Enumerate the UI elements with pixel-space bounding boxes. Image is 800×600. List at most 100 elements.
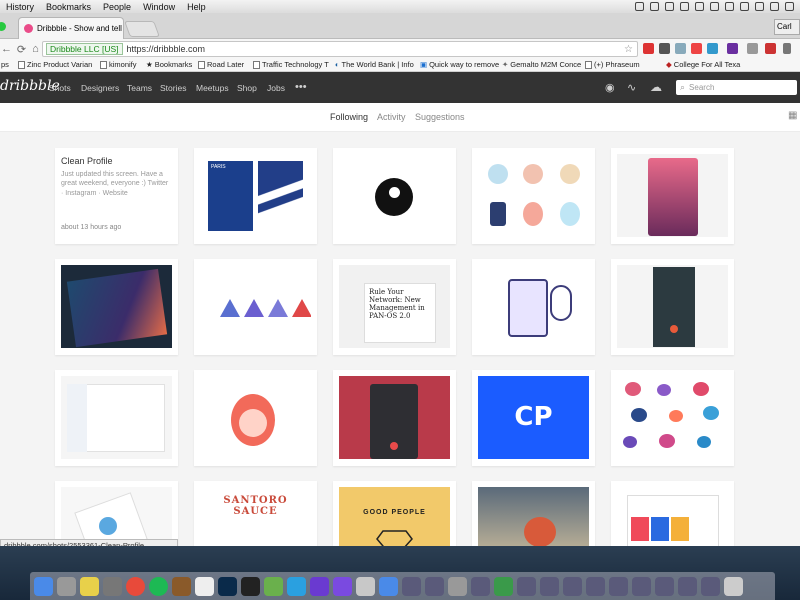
window-thumbnail-icon[interactable] — [448, 576, 467, 596]
bookmark-item[interactable]: ▣ Quick way to remove — [420, 60, 499, 69]
app-icon[interactable] — [494, 576, 513, 596]
menu-window[interactable]: Window — [137, 2, 181, 12]
shot-card[interactable]: PARIS — [194, 148, 317, 244]
window-thumbnail-icon[interactable] — [425, 576, 444, 596]
window-thumbnail-icon[interactable] — [632, 576, 651, 596]
menubar-status-icon[interactable] — [785, 2, 794, 11]
bookmark-item[interactable]: Traffic Technology T — [253, 60, 329, 69]
menubar-status-icon[interactable] — [695, 2, 704, 11]
menubar-status-icon[interactable] — [650, 2, 659, 11]
system-preferences-icon[interactable] — [103, 576, 122, 596]
shot-card[interactable] — [472, 148, 595, 244]
menu-icon[interactable] — [783, 43, 791, 54]
menubar-status-icon[interactable] — [740, 2, 749, 11]
shot-card[interactable] — [611, 481, 734, 546]
extension-icon[interactable] — [707, 43, 718, 54]
shot-card[interactable] — [472, 259, 595, 355]
extension-icon[interactable] — [765, 43, 776, 54]
shot-card[interactable]: SANTORO SAUCE — [194, 481, 317, 546]
grid-view-icon[interactable]: ▦ — [788, 110, 797, 121]
bookmark-item[interactable]: ✦ Gemalto M2M Conce — [502, 60, 581, 69]
extension-icon[interactable] — [691, 43, 702, 54]
menubar-status-icon[interactable] — [770, 2, 779, 11]
upload-cloud-icon[interactable]: ☁ — [650, 80, 662, 94]
activity-pulse-icon[interactable]: ∿ — [627, 81, 636, 94]
menu-help[interactable]: Help — [181, 2, 212, 12]
shot-card[interactable] — [611, 259, 734, 355]
finder-icon[interactable] — [34, 576, 53, 596]
new-tab-button[interactable] — [124, 21, 160, 37]
nav-jobs[interactable]: Jobs — [267, 83, 285, 93]
shot-card[interactable] — [194, 370, 317, 466]
pocket-extension-icon[interactable] — [643, 43, 654, 54]
trash-icon[interactable] — [724, 576, 743, 596]
shot-card-clean-profile[interactable]: Clean Profile Just updated this screen. … — [55, 148, 178, 244]
menubar-status-icon[interactable] — [680, 2, 689, 11]
app-icon[interactable] — [57, 576, 76, 596]
window-thumbnail-icon[interactable] — [678, 576, 697, 596]
extension-icon[interactable] — [659, 43, 670, 54]
window-thumbnail-icon[interactable] — [609, 576, 628, 596]
extension-icon[interactable] — [747, 43, 758, 54]
skype-icon[interactable] — [287, 576, 306, 596]
bookmark-item[interactable]: ◐ The World Bank | Info — [335, 60, 414, 69]
shot-card[interactable]: CP — [472, 370, 595, 466]
address-bar[interactable]: Dribbble LLC [US] https://dribbble.com ☆ — [42, 41, 638, 57]
bookmark-item[interactable]: (+) Phraseum — [585, 60, 640, 69]
more-menu-icon[interactable]: ••• — [295, 81, 307, 93]
search-input[interactable]: ⌕ Search — [676, 80, 797, 95]
bookmark-item[interactable]: ps — [1, 60, 9, 69]
shot-card[interactable]: GOOD PEOPLE — [333, 481, 456, 546]
bookmark-item[interactable]: Zinc Product Varian — [18, 60, 92, 69]
home-icon[interactable]: ⌂ — [29, 43, 42, 55]
shot-card[interactable] — [611, 148, 734, 244]
nav-shop[interactable]: Shop — [237, 83, 257, 93]
window-thumbnail-icon[interactable] — [701, 576, 720, 596]
secure-site-badge[interactable]: Dribbble LLC [US] — [46, 43, 123, 55]
shot-card[interactable] — [611, 370, 734, 466]
menu-bookmarks[interactable]: Bookmarks — [40, 2, 97, 12]
bookmark-item[interactable]: ★ Bookmarks — [146, 60, 192, 69]
photoshop-icon[interactable] — [218, 576, 237, 596]
window-thumbnail-icon[interactable] — [517, 576, 536, 596]
nav-stories[interactable]: Stories — [160, 83, 186, 93]
menubar-status-icon[interactable] — [710, 2, 719, 11]
shot-card[interactable] — [55, 481, 178, 546]
app-icon[interactable] — [310, 576, 329, 596]
shot-card[interactable] — [55, 370, 178, 466]
shot-card[interactable] — [55, 259, 178, 355]
back-arrow-icon[interactable]: ← — [0, 43, 13, 55]
app-icon[interactable] — [264, 576, 283, 596]
app-icon[interactable] — [333, 576, 352, 596]
bookmark-item[interactable]: kimonify — [100, 60, 137, 69]
bookmark-star-icon[interactable]: ☆ — [624, 44, 633, 55]
folder-icon[interactable] — [379, 576, 398, 596]
nav-meetups[interactable]: Meetups — [196, 83, 229, 93]
window-thumbnail-icon[interactable] — [563, 576, 582, 596]
spotify-icon[interactable] — [149, 576, 168, 596]
extension-icon[interactable] — [675, 43, 686, 54]
shot-card[interactable] — [333, 370, 456, 466]
window-thumbnail-icon[interactable] — [471, 576, 490, 596]
reload-icon[interactable]: ⟳ — [15, 43, 28, 56]
bookmark-item[interactable]: ◆ College For All Texa — [666, 60, 740, 69]
nav-teams[interactable]: Teams — [127, 83, 152, 93]
calendar-icon[interactable] — [195, 576, 214, 596]
menubar-status-icon[interactable] — [725, 2, 734, 11]
bookmark-item[interactable]: Road Later — [198, 60, 244, 69]
extension-icon[interactable] — [727, 43, 738, 54]
menu-history[interactable]: History — [0, 2, 40, 12]
window-zoom-button[interactable] — [0, 22, 6, 31]
tab-following[interactable]: Following — [330, 112, 368, 122]
app-icon[interactable] — [172, 576, 191, 596]
shot-card[interactable] — [333, 148, 456, 244]
notes-icon[interactable] — [80, 576, 99, 596]
tab-suggestions[interactable]: Suggestions — [415, 112, 465, 122]
url-text[interactable]: https://dribbble.com — [127, 44, 206, 54]
profile-button[interactable]: Carl — [774, 19, 800, 35]
menubar-status-icon[interactable] — [755, 2, 764, 11]
shot-card[interactable]: Rule Your Network: New Management in PAN… — [333, 259, 456, 355]
terminal-icon[interactable] — [241, 576, 260, 596]
menubar-status-icon[interactable] — [665, 2, 674, 11]
tab-activity[interactable]: Activity — [377, 112, 406, 122]
